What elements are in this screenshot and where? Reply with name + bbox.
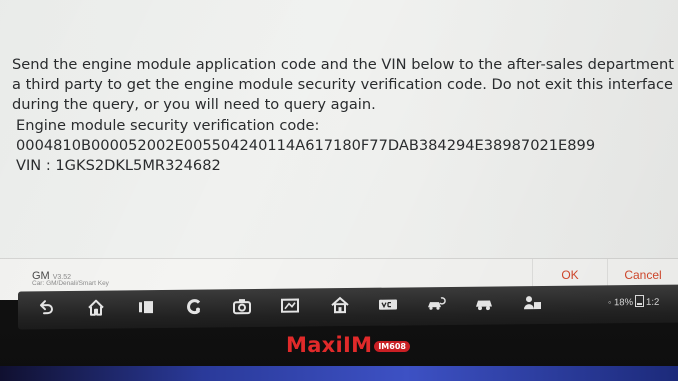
message-line: Send the engine module application code … xyxy=(12,56,678,73)
remote-support-icon[interactable] xyxy=(522,293,542,313)
bezel-strip xyxy=(0,366,678,381)
car-icon[interactable] xyxy=(474,294,494,314)
device-logo: MaxiIM IM608 xyxy=(286,333,410,357)
status-area: ◦ 18% 1:2 xyxy=(608,294,660,309)
dialog-message: Send the engine module application code … xyxy=(12,55,678,176)
message-line: during the query, or you will need to qu… xyxy=(12,96,376,114)
vci-icon[interactable] xyxy=(378,295,398,315)
verification-code-label: Engine module security verification code… xyxy=(16,116,320,134)
car-reset-icon[interactable] xyxy=(426,294,446,314)
logo-text: MaxiIM xyxy=(286,333,373,357)
battery-percent: 18% xyxy=(614,297,634,309)
message-line: a third party to get the engine module s… xyxy=(12,76,673,94)
recent-apps-icon[interactable] xyxy=(136,297,156,317)
model-badge: IM608 xyxy=(374,341,410,352)
system-navbar: ◦ 18% 1:2 xyxy=(18,284,678,330)
dialog-body: Send the engine module application code … xyxy=(0,0,678,258)
vin-value: VIN : 1GKS2DKL5MR324682 xyxy=(16,157,221,175)
maxi-home-icon[interactable] xyxy=(330,295,350,315)
screen: Send the engine module application code … xyxy=(0,0,678,300)
home-icon[interactable] xyxy=(86,298,106,318)
verification-code-value: 0004810B000052002E005504240114A617180F77… xyxy=(16,136,596,154)
wifi-icon: ◦ xyxy=(608,297,612,309)
browser-icon[interactable] xyxy=(184,297,204,317)
camera-icon[interactable] xyxy=(232,296,252,316)
back-icon[interactable] xyxy=(36,298,56,318)
screenshot-icon[interactable] xyxy=(280,296,300,316)
battery-icon xyxy=(635,294,645,308)
clock: 1:2 xyxy=(646,296,660,308)
vehicle-path: Car: GM/Denali/Smart Key xyxy=(32,280,109,287)
device-frame: Send the engine module application code … xyxy=(0,0,678,381)
